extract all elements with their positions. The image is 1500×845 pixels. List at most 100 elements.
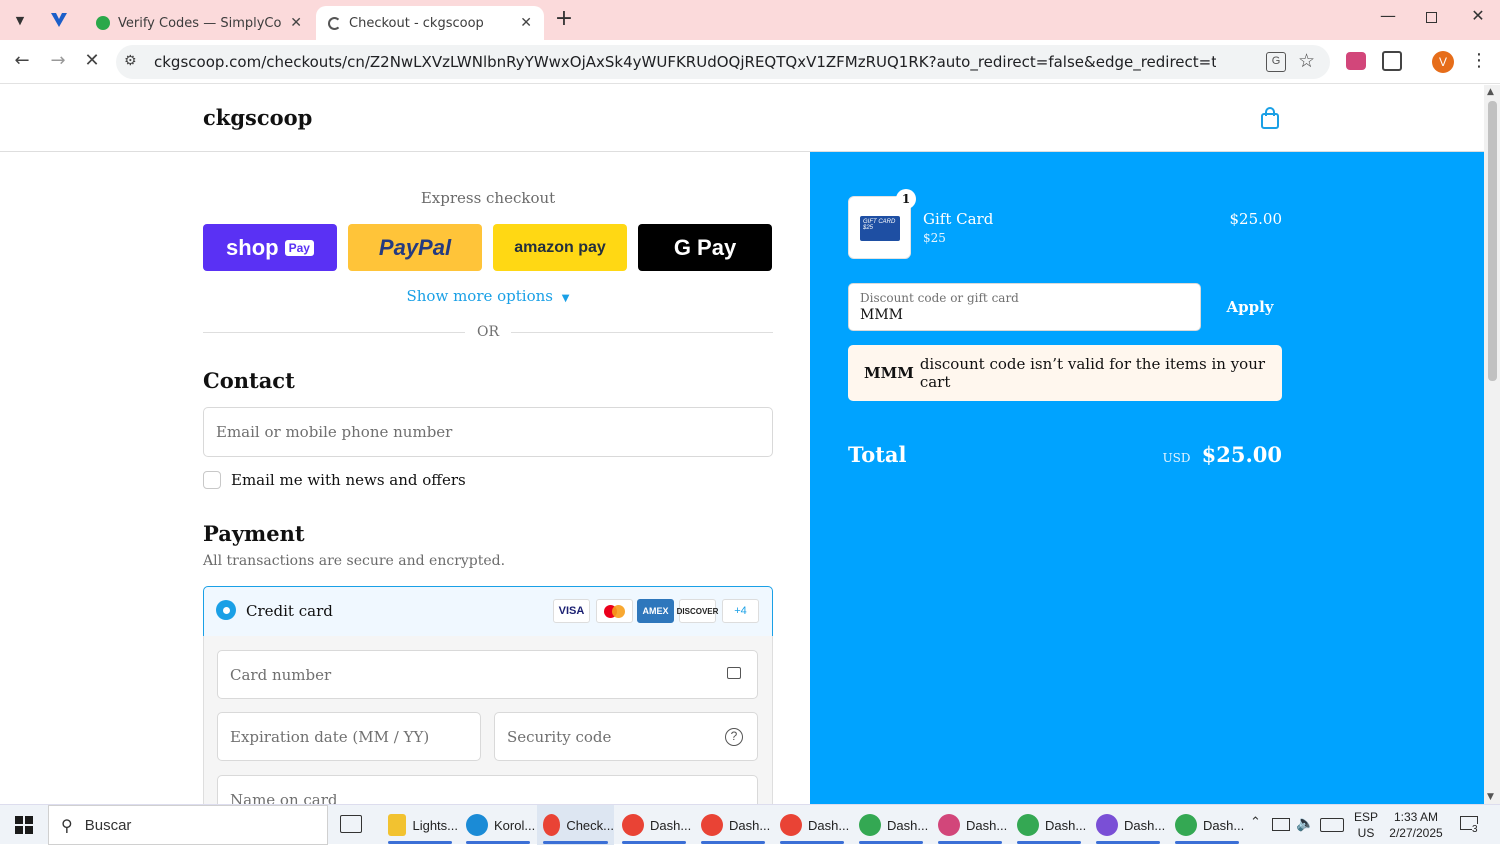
close-window-button[interactable]: ✕ — [1466, 6, 1490, 30]
taskbar-app-chrome[interactable]: Dash... — [695, 805, 771, 845]
taskbar-app-chrome[interactable]: Dash... — [774, 805, 850, 845]
discount-label: Discount code or gift card — [860, 291, 1019, 305]
site-settings-icon[interactable]: ⚙ — [124, 53, 142, 71]
stop-button[interactable]: ✕ — [80, 50, 104, 71]
tray-chevron-icon[interactable]: ⌃ — [1250, 815, 1261, 830]
contact-heading: Contact — [203, 368, 295, 393]
payment-heading: Payment — [203, 521, 305, 546]
address-bar[interactable]: ⚙ ckgscoop.com/checkouts/cn/Z2NwLXVzLWNl… — [116, 45, 1330, 79]
puzzle-extensions-icon[interactable] — [1382, 51, 1402, 71]
amazon-pay-button[interactable]: amazon pay — [493, 224, 627, 271]
app-label: Dash... — [808, 817, 850, 833]
express-checkout-title: Express checkout — [420, 189, 556, 207]
language-indicator[interactable]: ESP US — [1354, 809, 1378, 841]
app-label: Dash... — [966, 817, 1008, 833]
email-field[interactable]: Email or mobile phone number — [203, 407, 773, 457]
divider-left — [203, 332, 465, 333]
taskbar-app-lightshot[interactable]: Lights... — [382, 805, 458, 845]
close-icon[interactable]: ✕ — [520, 15, 532, 31]
plus-icon: + — [554, 6, 574, 31]
clock[interactable]: 1:33 AM 2/27/2025 — [1384, 809, 1448, 841]
expiration-field[interactable]: Expiration date (MM / YY) — [217, 712, 481, 761]
scroll-up-arrow[interactable]: ▲ — [1487, 87, 1494, 97]
network-icon[interactable] — [1272, 818, 1290, 831]
app-label: Dash... — [887, 817, 929, 833]
google-pay-button[interactable]: G Pay — [638, 224, 772, 271]
show-more-label: Show more options — [406, 287, 554, 305]
task-view-button[interactable] — [340, 815, 362, 833]
show-more-options-link[interactable]: Show more options ▼ — [203, 287, 773, 305]
payment-subtitle: All transactions are secure and encrypte… — [203, 553, 506, 569]
tab-strip: ▼ Verify Codes — SimplyCodes ✕ Checkout … — [0, 0, 1500, 40]
page-scrollbar[interactable]: ▲ ▼ — [1484, 85, 1500, 804]
lang-code: ESP — [1354, 810, 1379, 824]
checkout-page: ckgscoop Express checkout shop Pay PayPa… — [0, 85, 1484, 804]
pay-badge: Pay — [284, 239, 314, 256]
chevron-down-icon: ▼ — [15, 13, 25, 27]
chrome-icon — [1096, 814, 1118, 836]
lock-icon — [727, 667, 741, 679]
menu-kebab-icon[interactable]: ⋮ — [1470, 50, 1488, 71]
paypal-button[interactable]: PayPal — [348, 224, 482, 271]
bookmark-star-icon[interactable]: ☆ — [1298, 50, 1315, 72]
total-amount: USD $25.00 — [1110, 442, 1282, 467]
discount-field[interactable]: Discount code or gift card MMM — [848, 283, 1201, 331]
taskbar-app-chrome[interactable]: Dash... — [1090, 805, 1166, 845]
scrollbar-thumb[interactable] — [1488, 101, 1497, 381]
profile-avatar[interactable]: V — [1432, 51, 1454, 73]
news-checkbox[interactable] — [203, 471, 221, 489]
security-code-placeholder: Security code — [507, 727, 612, 746]
vee-logo-icon — [51, 13, 67, 27]
taskbar-app-chrome-checkout[interactable]: Check... — [537, 805, 614, 845]
minimize-button[interactable]: — — [1376, 6, 1400, 30]
item-name: Gift Card — [923, 210, 994, 228]
tab-search-button[interactable]: ▼ — [8, 9, 32, 31]
extension-icon[interactable] — [1346, 52, 1366, 70]
volume-icon[interactable]: 🔈 — [1296, 814, 1315, 832]
pinned-tab[interactable] — [44, 8, 74, 32]
taskbar-app-chrome[interactable]: Dash... — [1011, 805, 1087, 845]
credit-card-radio[interactable] — [216, 600, 236, 620]
shop-pay-button[interactable]: shop Pay — [203, 224, 337, 271]
windows-logo-icon — [15, 816, 33, 834]
gift-card-image-amount: $25 — [863, 225, 874, 231]
taskbar-app-chrome[interactable]: Dash... — [932, 805, 1008, 845]
translate-icon[interactable]: G — [1266, 52, 1286, 72]
security-code-field[interactable]: Security code ? — [494, 712, 758, 761]
taskbar-app-chrome[interactable]: Dash... — [1169, 805, 1245, 845]
close-icon[interactable]: ✕ — [290, 15, 302, 31]
shopping-bag-icon[interactable] — [1260, 107, 1280, 129]
app-label: Lights... — [412, 817, 458, 833]
taskbar-app-chrome[interactable]: Dash... — [616, 805, 692, 845]
name-on-card-field[interactable]: Name on card — [217, 775, 758, 804]
scroll-down-arrow[interactable]: ▼ — [1487, 792, 1494, 802]
url-text[interactable]: ckgscoop.com/checkouts/cn/Z2NwLXVzLWNlbn… — [154, 53, 1216, 71]
apply-button[interactable]: Apply — [1215, 298, 1285, 316]
app-label: Dash... — [1203, 817, 1245, 833]
browser-toolbar: ← → ✕ ⚙ ckgscoop.com/checkouts/cn/Z2NwLX… — [0, 40, 1500, 84]
new-tab-button[interactable]: + — [552, 8, 576, 32]
keyboard-icon[interactable] — [1320, 818, 1344, 832]
search-placeholder: Buscar — [84, 816, 132, 834]
app-label: Check... — [566, 817, 614, 833]
search-icon: ⚲ — [61, 815, 73, 835]
restore-icon — [1426, 12, 1437, 23]
tab-verify-codes[interactable]: Verify Codes — SimplyCodes ✕ — [84, 6, 314, 40]
notifications-button[interactable]: 3 — [1460, 814, 1484, 836]
help-icon[interactable]: ? — [725, 728, 743, 746]
mastercard-logo — [596, 599, 633, 623]
restore-button[interactable] — [1422, 8, 1442, 28]
taskbar-app-edge[interactable]: Korol... — [460, 805, 536, 845]
taskbar-search[interactable]: ⚲ Buscar — [48, 805, 328, 845]
tab-checkout[interactable]: Checkout - ckgscoop ✕ — [316, 6, 544, 40]
chevron-down-icon: ▼ — [561, 293, 570, 304]
news-label[interactable]: Email me with news and offers — [231, 471, 466, 489]
quantity-badge: 1 — [896, 189, 916, 209]
forward-button[interactable]: → — [46, 50, 70, 71]
back-button[interactable]: ← — [10, 50, 34, 71]
start-button[interactable] — [0, 805, 48, 845]
card-number-field[interactable]: Card number — [217, 650, 758, 699]
taskbar-app-chrome[interactable]: Dash... — [853, 805, 929, 845]
store-name[interactable]: ckgscoop — [203, 105, 312, 130]
chrome-icon — [1175, 814, 1197, 836]
